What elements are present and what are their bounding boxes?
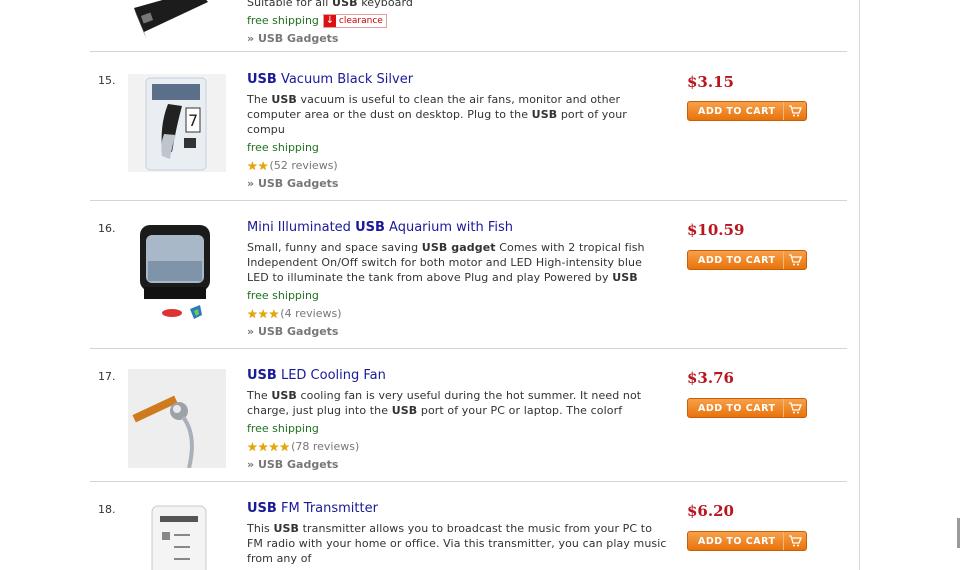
- product-description: The USB cooling fan is very useful durin…: [247, 389, 642, 417]
- review-count[interactable]: (52 reviews): [270, 157, 338, 175]
- shipping-info: free shipping: [247, 141, 319, 154]
- product-image[interactable]: 7: [128, 74, 226, 172]
- add-to-cart-button[interactable]: ADD TO CART: [687, 101, 807, 121]
- category-link[interactable]: » USB Gadgets: [247, 323, 667, 341]
- item-number: 18.: [98, 503, 116, 516]
- rating[interactable]: ★ ★ (52 reviews): [247, 157, 667, 175]
- rating[interactable]: ★ ★ ★ ★ (78 reviews): [247, 438, 667, 456]
- product-image[interactable]: [128, 502, 226, 570]
- product-price: $3.76: [687, 369, 734, 387]
- product-image[interactable]: [128, 221, 226, 321]
- product-title-link[interactable]: USB LED Cooling Fan: [247, 368, 667, 384]
- product-price: $3.15: [687, 73, 734, 91]
- down-arrow-icon: ↓: [323, 15, 336, 27]
- category-link[interactable]: » USB Gadgets: [247, 30, 667, 48]
- star-rating-icon: ★ ★: [247, 159, 269, 173]
- product-title-link[interactable]: USB FM Transmitter: [247, 501, 667, 517]
- category-link[interactable]: » USB Gadgets: [247, 456, 667, 474]
- usb-fan-image: [128, 369, 226, 468]
- category-link[interactable]: » USB Gadgets: [247, 175, 667, 193]
- product-description: Suitable for all USB keyboard: [247, 0, 414, 9]
- product-image[interactable]: [128, 0, 226, 44]
- svg-text:7: 7: [188, 111, 198, 130]
- add-to-cart-button[interactable]: ADD TO CART: [687, 531, 807, 551]
- star-rating-icon: ★ ★ ★: [247, 307, 280, 321]
- list-item: 18. USB FM Transmitter This USB transmit…: [90, 482, 847, 570]
- item-number: 15.: [98, 74, 116, 87]
- list-item: Suitable for all USB keyboard free shipp…: [90, 0, 847, 52]
- rating[interactable]: ★ ★ ★ (4 reviews): [247, 305, 667, 323]
- product-image[interactable]: [128, 369, 226, 468]
- product-price: $6.20: [687, 502, 734, 520]
- product-description: This USB transmitter allows you to broad…: [247, 522, 667, 565]
- shopping-cart-icon: [783, 251, 806, 269]
- shipping-info: free shipping: [247, 289, 319, 302]
- review-count[interactable]: (78 reviews): [291, 438, 359, 456]
- item-number: 16.: [98, 222, 116, 235]
- star-rating-icon: ★ ★ ★ ★: [247, 440, 291, 454]
- usb-aquarium-image: [140, 225, 210, 319]
- shopping-cart-icon: [783, 532, 806, 550]
- product-title-link[interactable]: Mini Illuminated USB Aquarium with Fish: [247, 220, 667, 236]
- usb-fm-transmitter-image: [151, 505, 207, 570]
- product-description: Small, funny and space saving USB gadget…: [247, 241, 645, 284]
- shopping-cart-icon: [783, 399, 806, 417]
- list-item: 16. Mini Illuminated USB Aquarium with F…: [90, 201, 847, 349]
- usb-keyboard-adapter-image: [134, 0, 208, 38]
- product-description: The USB vacuum is useful to clean the ai…: [247, 93, 627, 136]
- shipping-info: free shipping: [247, 422, 319, 435]
- list-item: 15. 7 USB Vacuum Black Silver The USB va…: [90, 52, 847, 201]
- clearance-badge: ↓ clearance: [322, 14, 387, 28]
- product-price: $10.59: [687, 221, 745, 239]
- product-title-link[interactable]: USB Vacuum Black Silver: [247, 72, 667, 88]
- shopping-cart-icon: [783, 102, 806, 120]
- shipping-info: free shipping ↓ clearance: [247, 12, 667, 30]
- content-border: [859, 0, 860, 570]
- add-to-cart-button[interactable]: ADD TO CART: [687, 250, 807, 270]
- add-to-cart-button[interactable]: ADD TO CART: [687, 398, 807, 418]
- usb-vacuum-image: 7: [145, 77, 207, 171]
- list-item: 17. USB LED Cooling Fan The USB cooling …: [90, 349, 847, 482]
- item-number: 17.: [98, 370, 116, 383]
- product-list: Suitable for all USB keyboard free shipp…: [0, 0, 860, 570]
- review-count[interactable]: (4 reviews): [280, 305, 341, 323]
